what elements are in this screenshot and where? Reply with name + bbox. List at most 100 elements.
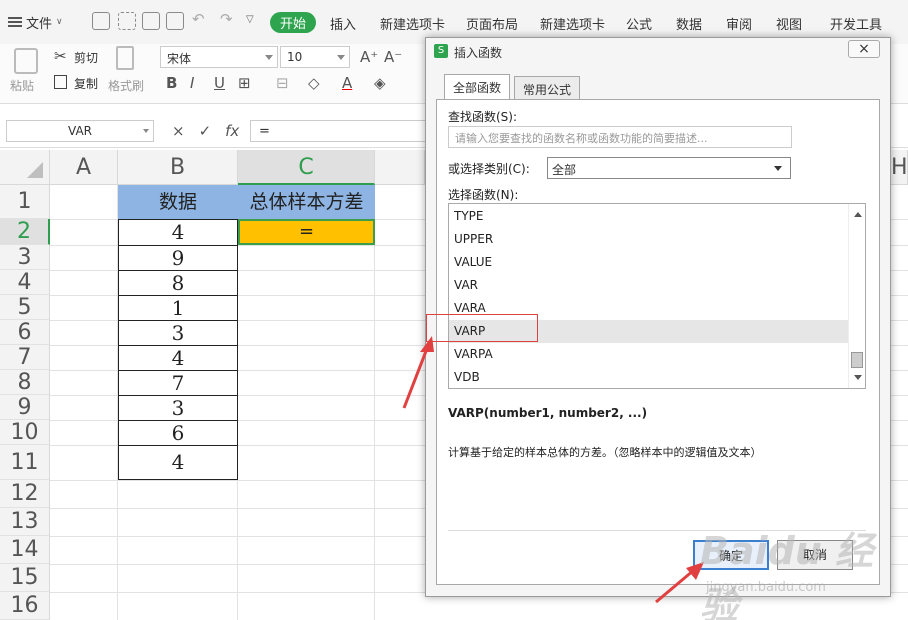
save-icon[interactable] xyxy=(92,12,110,30)
redo-icon[interactable]: ↷ xyxy=(220,10,233,28)
tab-developer[interactable]: 开发工具 xyxy=(830,14,882,33)
row-header-3[interactable]: 3 xyxy=(0,245,50,270)
close-icon[interactable]: × xyxy=(848,40,880,58)
cell-b3[interactable]: 9 xyxy=(118,245,238,271)
scroll-up-icon[interactable] xyxy=(854,212,862,217)
underline-icon[interactable]: U xyxy=(214,74,225,92)
dialog-title: 插入函数 xyxy=(454,46,503,60)
undo-icon[interactable]: ↶ xyxy=(192,10,205,28)
row-header-1[interactable]: 1 xyxy=(0,185,50,219)
quick-access-more-icon[interactable]: ▽ xyxy=(246,14,254,25)
list-scrollbar[interactable] xyxy=(848,204,865,388)
tab-data[interactable]: 数据 xyxy=(676,14,702,33)
format-painter-button[interactable]: 格式刷 xyxy=(108,77,144,94)
column-header-a[interactable]: A xyxy=(50,150,118,185)
name-box[interactable]: VAR xyxy=(6,120,154,142)
tab-formula[interactable]: 公式 xyxy=(626,14,652,33)
tab-common-formulas[interactable]: 常用公式 xyxy=(514,76,581,100)
column-header-d[interactable] xyxy=(375,150,425,185)
column-header-c[interactable]: C xyxy=(238,150,375,185)
list-item[interactable]: VARPA xyxy=(449,343,849,366)
cell-c2-active[interactable]: = xyxy=(238,219,375,245)
font-color-icon[interactable]: A xyxy=(342,74,352,92)
scroll-down-icon[interactable] xyxy=(854,375,862,380)
cell-b10[interactable]: 6 xyxy=(118,420,238,446)
print-icon[interactable] xyxy=(142,12,160,30)
fill-color-icon[interactable]: ◇ xyxy=(308,74,320,92)
list-item[interactable]: VDB xyxy=(449,366,849,388)
row-header-10[interactable]: 10 xyxy=(0,420,50,445)
scissors-icon[interactable]: ✂ xyxy=(54,47,67,65)
cell-b5[interactable]: 1 xyxy=(118,295,238,321)
bold-icon[interactable]: B xyxy=(166,74,177,92)
row-header-16[interactable]: 16 xyxy=(0,592,50,620)
formula-input[interactable]: = xyxy=(250,120,430,142)
row-header-14[interactable]: 14 xyxy=(0,536,50,564)
file-menu[interactable]: 文件 ∨ xyxy=(8,12,63,32)
tab-view[interactable]: 视图 xyxy=(776,14,802,33)
list-item[interactable]: VAR xyxy=(449,274,849,297)
column-header-b[interactable]: B xyxy=(118,150,238,185)
copy-button[interactable]: 复制 xyxy=(74,75,98,92)
highlight-box xyxy=(426,314,538,342)
paste-icon[interactable] xyxy=(14,48,38,74)
cell-b11[interactable]: 4 xyxy=(118,445,238,480)
format-painter-icon[interactable] xyxy=(116,46,134,70)
row-header-8[interactable]: 8 xyxy=(0,370,50,395)
chevron-down-icon xyxy=(774,166,782,171)
font-name-select[interactable]: 宋体 xyxy=(160,46,278,68)
row-header-7[interactable]: 7 xyxy=(0,345,50,370)
row-header-4[interactable]: 4 xyxy=(0,270,50,295)
cell-b6[interactable]: 3 xyxy=(118,320,238,346)
italic-icon[interactable]: I xyxy=(190,74,194,92)
cell-b1[interactable]: 数据 xyxy=(118,185,238,219)
search-label: 查找函数(S): xyxy=(448,110,518,124)
cell-c1[interactable]: 总体样本方差 xyxy=(238,185,375,219)
list-item[interactable]: TYPE xyxy=(449,205,849,228)
increase-font-icon[interactable]: A⁺ xyxy=(360,48,378,66)
function-description: 计算基于给定的样本总体的方差。（忽略样本中的逻辑值及文本） xyxy=(448,446,762,459)
row-header-6[interactable]: 6 xyxy=(0,320,50,345)
print-preview-icon[interactable] xyxy=(166,12,184,30)
row-header-13[interactable]: 13 xyxy=(0,508,50,536)
watermark-url: jingyan.baidu.com xyxy=(706,580,826,595)
merge-icon[interactable]: ⊟ xyxy=(276,74,289,92)
cell-b8[interactable]: 7 xyxy=(118,370,238,396)
cell-b9[interactable]: 3 xyxy=(118,395,238,421)
scroll-thumb[interactable] xyxy=(851,352,863,368)
cut-button[interactable]: 剪切 xyxy=(74,49,98,66)
category-select[interactable]: 全部 xyxy=(547,157,791,179)
row-header-9[interactable]: 9 xyxy=(0,395,50,420)
tab-home[interactable]: 开始 xyxy=(270,12,317,33)
tab-review[interactable]: 审阅 xyxy=(726,14,752,33)
cell-b2[interactable]: 4 xyxy=(118,219,238,246)
font-size-select[interactable]: 10 xyxy=(280,46,350,68)
list-item[interactable]: UPPER xyxy=(449,228,849,251)
cancel-icon[interactable]: × xyxy=(172,122,185,140)
cell-b4[interactable]: 8 xyxy=(118,270,238,296)
fx-icon[interactable]: fx xyxy=(225,122,239,140)
copy-icon[interactable] xyxy=(54,75,67,89)
confirm-icon[interactable]: ✓ xyxy=(199,122,212,140)
tab-page-layout[interactable]: 页面布局 xyxy=(466,14,518,33)
paste-button[interactable]: 粘贴 xyxy=(10,77,34,94)
dialog-title-bar[interactable]: S 插入函数 × xyxy=(426,38,890,64)
column-header-h[interactable]: H xyxy=(891,150,908,185)
clear-icon[interactable]: ◈ xyxy=(374,74,386,92)
border-icon[interactable]: ⊞ xyxy=(238,74,251,92)
row-header-12[interactable]: 12 xyxy=(0,480,50,508)
row-header-15[interactable]: 15 xyxy=(0,564,50,592)
function-search-input[interactable]: 请输入您要查找的函数名称或函数功能的简要描述... xyxy=(448,126,792,148)
row-header-2[interactable]: 2 xyxy=(0,219,50,245)
tab-all-functions[interactable]: 全部函数 xyxy=(444,74,511,100)
row-header-5[interactable]: 5 xyxy=(0,295,50,320)
tab-insert[interactable]: 插入 xyxy=(330,14,356,33)
list-item[interactable]: VALUE xyxy=(449,251,849,274)
row-header-11[interactable]: 11 xyxy=(0,445,50,480)
select-all-corner[interactable] xyxy=(0,150,50,185)
export-icon[interactable] xyxy=(118,12,136,30)
tab-new-2[interactable]: 新建选项卡 xyxy=(540,14,605,33)
cell-b7[interactable]: 4 xyxy=(118,345,238,371)
tab-new-1[interactable]: 新建选项卡 xyxy=(380,14,445,33)
decrease-font-icon[interactable]: A⁻ xyxy=(384,48,402,66)
